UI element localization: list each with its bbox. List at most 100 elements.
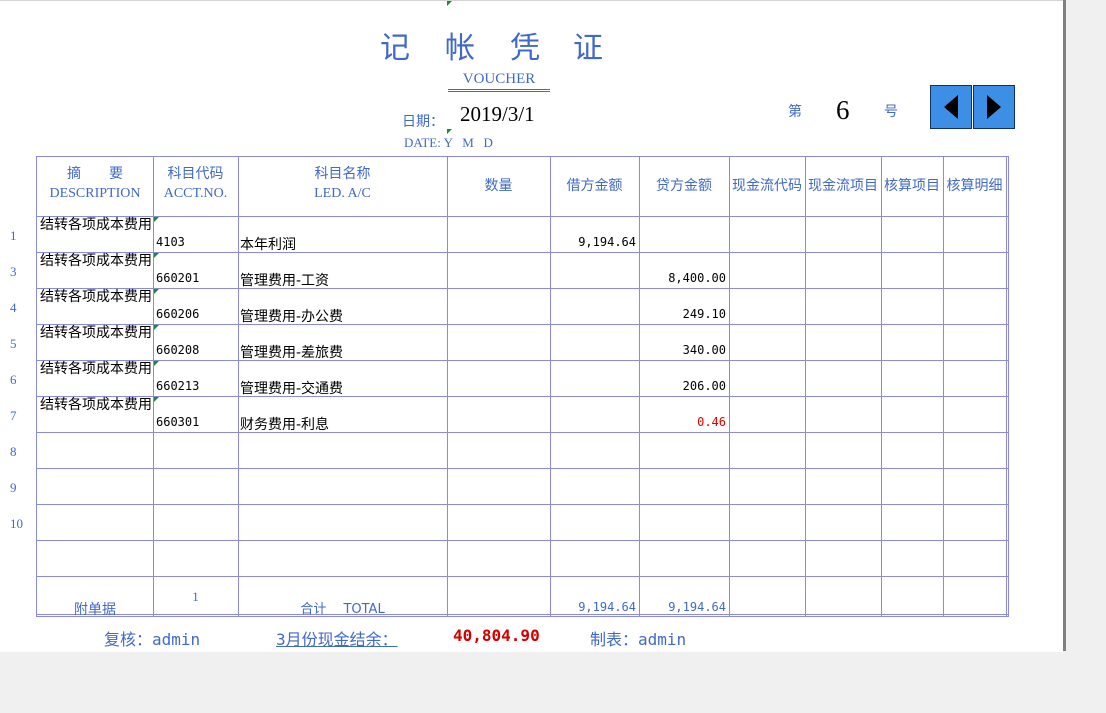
header-account-name-cn: 科目名称 [314,166,371,182]
cell-credit[interactable]: 206.00 [639,379,726,393]
grid-line [37,252,1008,253]
attachments-count[interactable]: 1 [153,589,238,605]
voucher-sheet: 记 帐 凭 证 VOUCHER 日期： 2019/3/1 DATE: Y M D… [0,0,1063,652]
row-number: 9 [10,480,17,495]
credit-total: 9,194.64 [668,600,726,614]
cell-comment-marker [447,129,452,134]
grid-line [37,432,1008,433]
debit-total: 9,194.64 [578,600,636,614]
title-char: 凭 [510,31,540,66]
title-char: 帐 [445,31,475,66]
cell-account-name[interactable]: 管理费用-交通费 [240,378,343,398]
row-number: 10 [10,516,23,531]
cell-account-code[interactable]: 660301 [156,415,199,429]
cell-comment-marker [154,289,159,294]
header-credit: 贷方金额 [656,178,712,194]
cell-account-code[interactable]: 4103 [156,235,185,249]
voucher-no-suffix: 号 [884,104,898,120]
row-number: 4 [10,300,17,315]
grid-line [1006,157,1007,616]
grid-line [238,157,239,616]
window-edge [1063,0,1066,651]
header-account-name-en: LED. A/C [314,186,371,201]
voucher-no-value[interactable]: 6 [836,95,850,126]
cell-credit[interactable]: 0.46 [639,415,726,429]
grid-line [37,288,1008,289]
header-account-code: 科目代码 ACCT.NO. [153,165,238,203]
triangle-left-icon [944,95,958,119]
cell-comment-marker [154,325,159,330]
grid-line [37,324,1008,325]
cash-balance-link[interactable]: 3月份现金结余： [276,626,398,650]
row-number: 8 [10,444,17,459]
cell-account-name[interactable]: 管理费用-工资 [240,270,329,290]
reviewer-label: 复核：admin [104,630,201,649]
cell-account-code[interactable]: 660208 [156,343,199,357]
maker-label: 制表：admin [590,630,687,649]
header-account-code-en: ACCT.NO. [163,186,228,201]
voucher-table: 摘 要 DESCRIPTION 科目代码 ACCT.NO. 科目名称 LED. … [36,156,1009,618]
date-sub-label: DATE: Y M D [404,135,493,150]
cell-credit[interactable]: 249.10 [639,307,726,321]
header-audit-detail: 核算明细 [946,178,1003,194]
header-cashflow-item: 现金流项目 [808,178,878,194]
page-title: 记 帐 凭 证 [380,23,620,66]
cell-credit[interactable]: 340.00 [639,343,726,357]
cell-description[interactable]: 结转各项成本费用 [40,289,152,306]
grid-line [37,540,1008,541]
cell-comment-marker [154,361,159,366]
header-description: 摘 要 DESCRIPTION [37,165,153,203]
cell-comment-marker [154,217,159,222]
row-number: 5 [10,336,17,351]
prev-voucher-button[interactable] [930,85,972,129]
row-number: 6 [10,372,17,387]
cell-description[interactable]: 结转各项成本费用 [40,325,152,342]
date-value[interactable]: 2019/3/1 [460,102,535,127]
grid-line [37,614,1008,615]
cell-account-name[interactable]: 本年利润 [240,234,296,254]
header-quantity: 数量 [484,178,513,194]
grid-line [37,216,1008,217]
row-number: 1 [10,228,17,243]
grid-line [729,157,730,616]
cell-description[interactable]: 结转各项成本费用 [40,217,152,234]
grid-line [37,576,1008,577]
row-number: 7 [10,408,17,423]
cell-account-name[interactable]: 管理费用-办公费 [240,306,343,326]
cell-description[interactable]: 结转各项成本费用 [40,253,152,270]
grid-line [447,157,448,616]
cell-account-code[interactable]: 660206 [156,307,199,321]
header-description-cn: 摘 要 [67,166,123,182]
header-account-name: 科目名称 LED. A/C [238,165,447,203]
cell-account-name[interactable]: 财务费用-利息 [240,414,329,434]
grid-line [805,157,806,616]
voucher-footer: 复核：admin 3月份现金结余： 40,804.90 制表：admin [0,621,1063,651]
cell-comment-marker [447,1,452,6]
date-label: 日期： [402,114,444,130]
grid-line [881,157,882,616]
grid-line [37,504,1008,505]
attachments-label: 附单据 [74,602,116,618]
total-label: 合计 TOTAL [300,602,385,617]
grid-line [37,468,1008,469]
cell-comment-marker [154,253,159,258]
header-cashflow-code: 现金流代码 [732,178,802,194]
triangle-right-icon [987,95,1001,119]
cell-account-code[interactable]: 660213 [156,379,199,393]
header-description-en: DESCRIPTION [49,186,141,201]
title-char: 证 [573,31,603,66]
header-debit: 借方金额 [566,178,623,194]
row-number: 3 [10,264,17,279]
voucher-subtitle: VOUCHER [448,71,550,92]
next-voucher-button[interactable] [973,85,1015,129]
cash-balance-value: 40,804.90 [453,626,540,645]
cell-description[interactable]: 结转各项成本费用 [40,397,152,414]
cell-credit[interactable]: 8,400.00 [639,271,726,285]
cell-account-code[interactable]: 660201 [156,271,199,285]
title-char: 记 [380,31,410,66]
header-audit-item: 核算项目 [884,178,940,194]
header-account-code-cn: 科目代码 [167,166,224,182]
cell-debit[interactable]: 9,194.64 [550,235,636,249]
cell-description[interactable]: 结转各项成本费用 [40,361,152,378]
cell-account-name[interactable]: 管理费用-差旅费 [240,342,343,362]
